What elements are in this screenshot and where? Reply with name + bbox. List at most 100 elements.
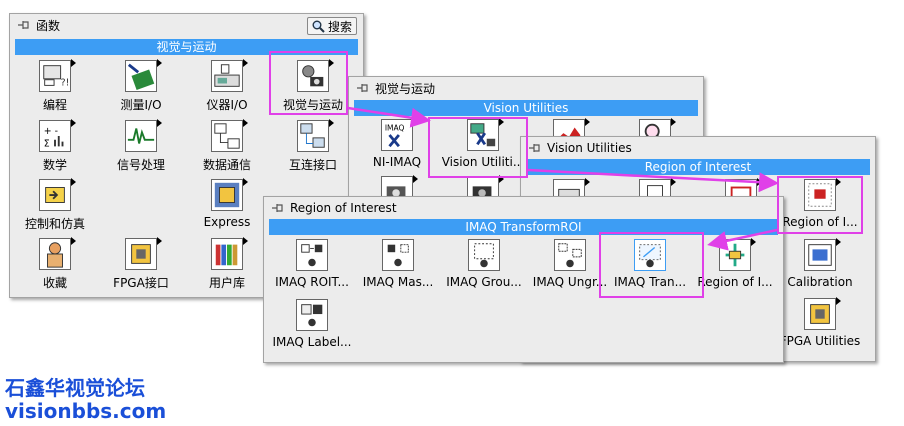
imaq-transform-roi-icon — [634, 239, 666, 271]
item-label: FPGA Utilities — [779, 334, 861, 348]
item-label: Vision Utiliti... — [441, 155, 525, 169]
vision-utilities-icon — [467, 118, 504, 151]
search-button[interactable]: 搜索 — [306, 17, 357, 35]
palette-item-favorites[interactable]: 收藏 — [12, 236, 98, 294]
palette-item-express[interactable]: Express — [184, 177, 270, 235]
region-of-interest-sub-icon — [719, 238, 756, 271]
item-label: 用户库 — [208, 276, 245, 290]
data-communication-icon — [211, 119, 248, 152]
item-label: 测量I/O — [120, 98, 162, 112]
signal-processing-icon — [125, 119, 162, 152]
palette-item-imaq-group[interactable]: IMAQ Grou... — [441, 237, 527, 295]
item-label: IMAQ Grou... — [446, 275, 522, 289]
category-bar: 视觉与运动 — [15, 39, 358, 55]
palette-title: 视觉与运动 — [375, 81, 436, 96]
fpga-interface-icon — [125, 237, 162, 270]
ni-imaq-icon: IMAQ — [381, 118, 418, 151]
pin-icon[interactable] — [527, 141, 541, 155]
search-icon — [312, 20, 325, 33]
item-label: Region of I... — [782, 215, 858, 229]
item-label: 编程 — [42, 98, 67, 112]
item-label: IMAQ ROIT... — [275, 275, 349, 289]
item-label: IMAQ Label... — [272, 335, 352, 349]
svg-text:+ -: + - — [44, 126, 58, 137]
imaq-mask-icon — [382, 239, 414, 271]
item-label: 仪器I/O — [206, 98, 248, 112]
palette-item-region-of-interest[interactable]: Region of I... — [777, 177, 863, 235]
item-label: 视觉与运动 — [282, 98, 343, 112]
palette-item-imaq-ungroup[interactable]: IMAQ Ungr... — [527, 237, 613, 295]
palette-item-signal-processing[interactable]: 信号处理 — [98, 118, 184, 176]
express-icon — [211, 178, 248, 211]
imaq-label-icon — [296, 299, 328, 331]
palette-item-imaq-mask[interactable]: IMAQ Mas... — [355, 237, 441, 295]
item-label: FPGA接口 — [113, 276, 169, 290]
palette-item-fpga-utilities[interactable]: FPGA Utilities — [777, 296, 863, 354]
palette-item-imaq-label[interactable]: IMAQ Label... — [269, 297, 355, 355]
calibration-icon — [804, 238, 841, 271]
palette-item-imaq-roi[interactable]: IMAQ ROIT... — [269, 237, 355, 295]
item-label: IMAQ Ungr... — [532, 275, 608, 289]
search-label: 搜索 — [327, 19, 352, 34]
palette-item-user-library[interactable]: 用户库 — [184, 236, 270, 294]
pin-icon[interactable] — [270, 201, 284, 215]
user-library-icon — [211, 237, 248, 270]
palette-item-control-simulation[interactable]: 控制和仿真 — [12, 177, 98, 235]
instrument-io-icon — [211, 59, 248, 92]
imaq-ungroup-icon — [554, 239, 586, 271]
imaq-group-icon — [468, 239, 500, 271]
item-label: 互连接口 — [288, 158, 337, 172]
favorites-icon — [39, 237, 76, 270]
palette-item-calibration[interactable]: Calibration — [777, 237, 863, 295]
roi-palette: Region of Interest IMAQ TransformROI IMA… — [263, 196, 784, 363]
palette-item-roi-subpalette[interactable]: Region of I... — [692, 237, 778, 295]
palette-item-vision-motion[interactable]: 视觉与运动 — [270, 58, 356, 116]
watermark-title: 石鑫华视觉论坛 — [5, 376, 145, 400]
palette-titlebar[interactable]: Vision Utilities — [521, 137, 875, 159]
item-label: IMAQ Mas... — [362, 275, 434, 289]
control-simulation-icon — [39, 178, 76, 211]
palette-item-instrument-io[interactable]: 仪器I/O — [184, 58, 270, 116]
palette-item-programming[interactable]: ?! 编程 — [12, 58, 98, 116]
item-label: Region of I... — [697, 275, 773, 289]
palette-item-measurement-io[interactable]: 测量I/O — [98, 58, 184, 116]
palette-title: Vision Utilities — [547, 141, 632, 155]
category-bar: IMAQ TransformROI — [269, 219, 778, 235]
palette-title: 函数 — [36, 18, 61, 33]
item-label: IMAQ Tran... — [613, 275, 687, 289]
vision-motion-icon — [297, 59, 334, 92]
item-label: 信号处理 — [116, 158, 165, 172]
palette-item-vision-utilities[interactable]: Vision Utiliti... — [440, 117, 526, 175]
pin-icon[interactable] — [355, 81, 369, 95]
item-label: 数学 — [42, 158, 67, 172]
svg-text:IMAQ: IMAQ — [385, 123, 405, 132]
pin-icon[interactable] — [16, 18, 30, 32]
watermark-url: visionbbs.com — [5, 399, 167, 423]
imaq-roi-icon — [296, 239, 328, 271]
palette-titlebar[interactable]: Region of Interest — [264, 197, 783, 219]
item-label: NI-IMAQ — [372, 155, 422, 169]
palette-item-ni-imaq[interactable]: IMAQ NI-IMAQ — [354, 117, 440, 175]
item-label: 数据通信 — [202, 158, 251, 172]
palette-item-math[interactable]: + -Σ 数学 — [12, 118, 98, 176]
item-label: Calibration — [787, 275, 853, 289]
svg-text:?!: ?! — [61, 77, 70, 88]
item-label: 控制和仿真 — [24, 217, 85, 231]
palette-item-imaq-transform-roi[interactable]: IMAQ Tran... — [607, 237, 693, 295]
palette-titlebar[interactable]: 视觉与运动 — [349, 77, 703, 99]
palette-title: Region of Interest — [290, 201, 397, 215]
connectivity-icon — [297, 119, 334, 152]
programming-icon: ?! — [39, 59, 76, 92]
palette-item-connectivity[interactable]: 互连接口 — [270, 118, 356, 176]
category-bar: Vision Utilities — [354, 100, 698, 116]
palette-item-fpga-interface[interactable]: FPGA接口 — [98, 236, 184, 294]
category-bar: Region of Interest — [526, 159, 870, 175]
svg-text:Σ: Σ — [44, 138, 50, 149]
item-label: Express — [203, 215, 251, 229]
math-icon: + -Σ — [39, 119, 76, 152]
item-label: 收藏 — [42, 276, 67, 290]
fpga-utilities-icon — [804, 297, 841, 330]
palette-item-data-communication[interactable]: 数据通信 — [184, 118, 270, 176]
measurement-io-icon — [125, 59, 162, 92]
region-of-interest-icon — [804, 178, 841, 211]
